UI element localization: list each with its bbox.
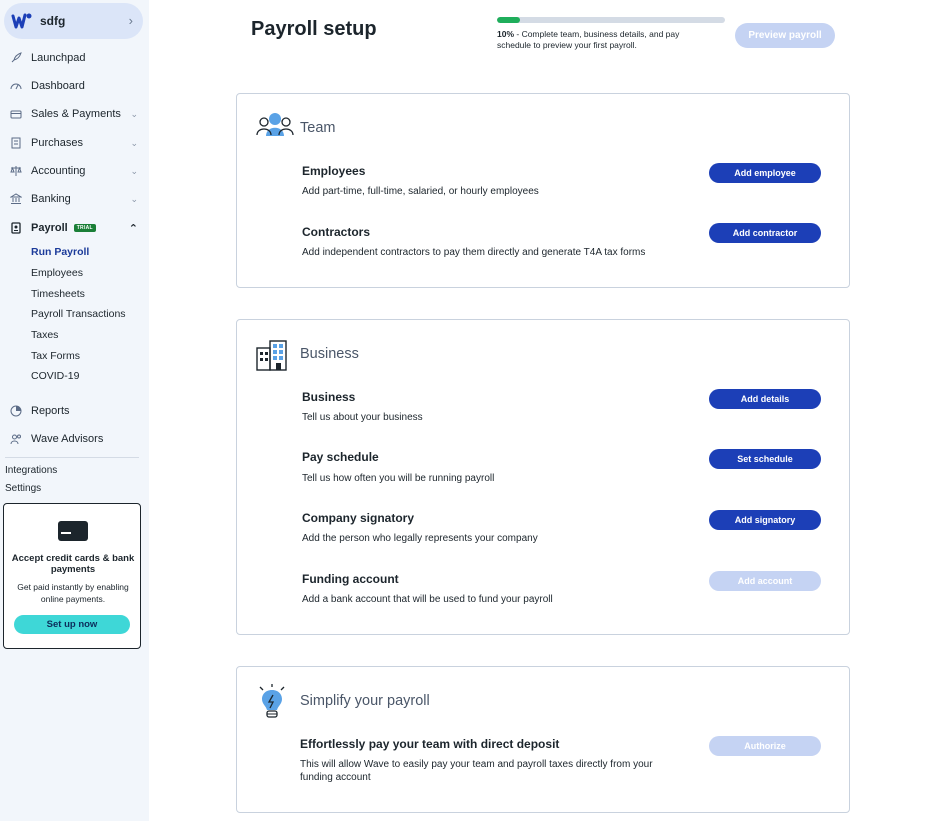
business-name: sdfg xyxy=(40,14,66,28)
scale-icon xyxy=(9,164,23,178)
pay-schedule-row-title: Pay schedule xyxy=(302,450,379,464)
promo-description: Get paid instantly by enabling online pa… xyxy=(17,582,129,604)
sidebar-item-label: Wave Advisors xyxy=(31,433,104,445)
team-icon xyxy=(255,111,294,147)
progress-description: - Complete team, business details, and p… xyxy=(497,29,680,50)
chevron-down-icon: ⌄ xyxy=(130,108,138,119)
progress-percent: 10% xyxy=(497,29,515,39)
sidebar-subitem-timesheets[interactable]: Timesheets xyxy=(31,285,85,303)
sidebar-item-label: Launchpad xyxy=(31,52,86,64)
sidebar: sdfg › Launchpad Dashboard Sales & Payme… xyxy=(0,0,149,821)
sidebar-subitem-employees[interactable]: Employees xyxy=(31,264,83,282)
chevron-right-icon: › xyxy=(128,13,133,28)
direct-deposit-row-description: This will allow Wave to easily pay your … xyxy=(300,759,653,783)
dashboard-icon xyxy=(9,79,23,93)
page-title: Payroll setup xyxy=(251,18,377,40)
preview-payroll-button[interactable]: Preview payroll xyxy=(735,23,835,48)
funding-account-row-description: Add a bank account that will be used to … xyxy=(302,594,553,605)
promo-card: Accept credit cards & bank payments Get … xyxy=(3,503,141,649)
company-signatory-row-title: Company signatory xyxy=(302,511,415,525)
sidebar-item-label: Purchases xyxy=(31,137,83,149)
sidebar-item-purchases[interactable]: Purchases ⌄ xyxy=(0,132,149,154)
add-employee-button[interactable]: Add employee xyxy=(709,163,821,183)
sidebar-item-label: Reports xyxy=(31,405,70,417)
business-row-description: Tell us about your business xyxy=(302,412,423,423)
building-icon xyxy=(255,339,291,375)
sidebar-item-reports[interactable]: Reports xyxy=(0,400,149,422)
sidebar-item-dashboard[interactable]: Dashboard xyxy=(0,75,149,97)
sidebar-item-label: Accounting xyxy=(31,165,86,177)
sidebar-item-wave-advisors[interactable]: Wave Advisors xyxy=(0,428,149,450)
credit-card-icon xyxy=(58,521,88,541)
sidebar-subitem-tax-forms[interactable]: Tax Forms xyxy=(31,347,80,365)
business-row-title: Business xyxy=(302,390,356,404)
chevron-down-icon: ⌄ xyxy=(130,193,138,204)
sidebar-item-banking[interactable]: Banking ⌄ xyxy=(0,188,149,210)
receipt-icon xyxy=(9,136,23,150)
funding-account-row-title: Funding account xyxy=(302,572,399,586)
company-signatory-row-description: Add the person who legally represents yo… xyxy=(302,533,538,544)
pay-schedule-row-description: Tell us how often you will be running pa… xyxy=(302,473,495,484)
sidebar-item-launchpad[interactable]: Launchpad xyxy=(0,47,149,69)
sales-icon xyxy=(9,107,23,121)
sidebar-item-label: Dashboard xyxy=(31,80,85,92)
sidebar-item-label: Banking xyxy=(31,193,71,205)
chevron-up-icon: ⌃ xyxy=(128,222,138,235)
sidebar-item-sales-payments[interactable]: Sales & Payments ⌄ xyxy=(0,103,149,125)
business-section-title: Business xyxy=(300,346,359,362)
sidebar-subitem-covid-19[interactable]: COVID-19 xyxy=(31,367,79,385)
sidebar-item-payroll[interactable]: Payroll TRIAL ⌃ xyxy=(0,217,149,239)
authorize-button[interactable]: Authorize xyxy=(709,736,821,756)
employees-row-description: Add part-time, full-time, salaried, or h… xyxy=(302,186,539,197)
sidebar-subitem-run-payroll[interactable]: Run Payroll xyxy=(31,243,89,261)
add-contractor-button[interactable]: Add contractor xyxy=(709,223,821,243)
promo-title: Accept credit cards & bank payments xyxy=(11,553,135,575)
progress-bar xyxy=(497,17,725,23)
sidebar-link-settings[interactable]: Settings xyxy=(5,483,41,494)
bank-icon xyxy=(9,192,23,206)
add-details-button[interactable]: Add details xyxy=(709,389,821,409)
wave-logo-icon xyxy=(10,9,34,33)
business-switcher[interactable]: sdfg › xyxy=(4,3,143,39)
chevron-down-icon: ⌄ xyxy=(130,137,138,148)
direct-deposit-row-title: Effortlessly pay your team with direct d… xyxy=(300,737,560,751)
progress-text: 10% - Complete team, business details, a… xyxy=(497,29,712,51)
sidebar-item-label: Payroll xyxy=(31,222,68,234)
business-card: Business Business Tell us about your bus… xyxy=(236,319,850,635)
sidebar-subitem-taxes[interactable]: Taxes xyxy=(31,326,58,344)
sidebar-subitem-payroll-transactions[interactable]: Payroll Transactions xyxy=(31,305,126,323)
simplify-section-title: Simplify your payroll xyxy=(300,693,430,709)
sidebar-link-integrations[interactable]: Integrations xyxy=(5,465,57,476)
simplify-card: Simplify your payroll Effortlessly pay y… xyxy=(236,666,850,813)
advisors-icon xyxy=(9,432,23,446)
sidebar-divider xyxy=(5,457,139,458)
reports-icon xyxy=(9,404,23,418)
payroll-icon xyxy=(9,221,23,235)
lightbulb-icon xyxy=(255,684,291,720)
chevron-down-icon: ⌄ xyxy=(130,165,138,176)
trial-badge: TRIAL xyxy=(73,224,96,232)
add-signatory-button[interactable]: Add signatory xyxy=(709,510,821,530)
set-up-now-button[interactable]: Set up now xyxy=(14,615,130,634)
set-schedule-button[interactable]: Set schedule xyxy=(709,449,821,469)
team-card: Team Employees Add part-time, full-time,… xyxy=(236,93,850,288)
progress-fill xyxy=(497,17,520,23)
contractors-row-description: Add independent contractors to pay them … xyxy=(302,247,646,258)
contractors-row-title: Contractors xyxy=(302,225,371,239)
sidebar-item-label: Sales & Payments xyxy=(31,108,121,120)
sidebar-item-accounting[interactable]: Accounting ⌄ xyxy=(0,160,149,182)
add-account-button[interactable]: Add account xyxy=(709,571,821,591)
team-section-title: Team xyxy=(300,120,336,136)
rocket-icon xyxy=(9,51,23,65)
employees-row-title: Employees xyxy=(302,164,366,178)
